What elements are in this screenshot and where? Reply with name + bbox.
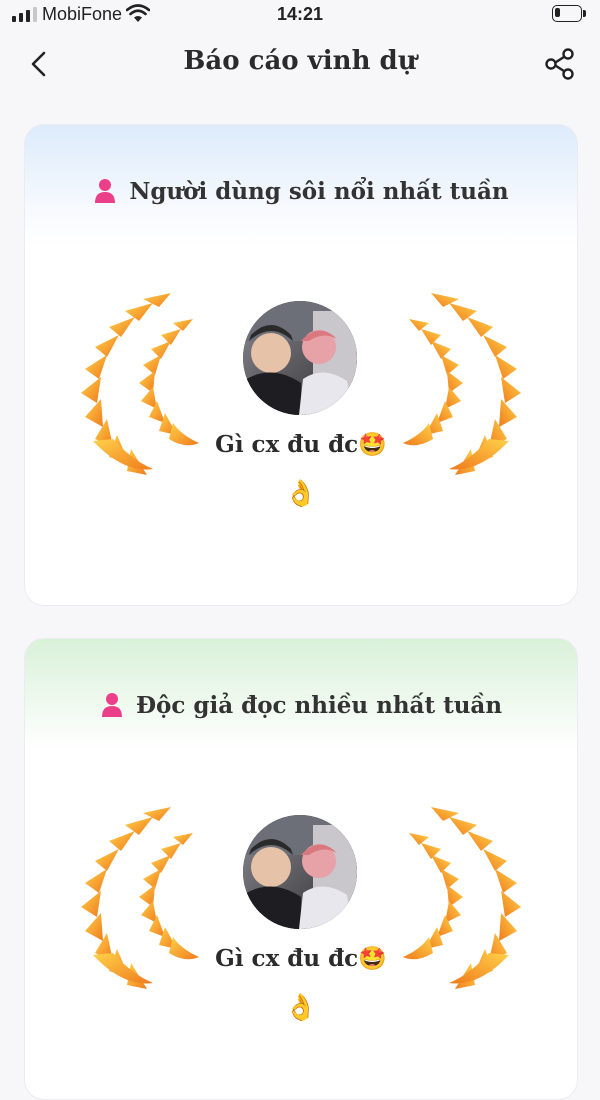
avatar[interactable] <box>243 815 357 929</box>
user-icon <box>95 179 116 203</box>
card-header: Người dùng sôi nổi nhất tuần <box>25 173 577 209</box>
back-icon[interactable] <box>24 48 56 80</box>
battery-icon <box>552 5 586 22</box>
nav-bar: Báo cáo vinh dự <box>0 32 600 96</box>
honor-card-most-active: Người dùng sôi nổi nhất tuần Gì cx đu đc… <box>24 124 578 606</box>
username[interactable]: Gì cx đu đc🤩 <box>25 945 577 972</box>
username-emoji: 👌 <box>284 993 318 1023</box>
avatar[interactable] <box>243 301 357 415</box>
username-emoji: 👌 <box>284 479 318 509</box>
status-time: 14:21 <box>276 4 324 24</box>
status-bar: MobiFone 14:21 <box>0 0 600 32</box>
card-title: Độc giả đọc nhiều nhất tuần <box>135 691 503 719</box>
username[interactable]: Gì cx đu đc🤩 <box>25 431 577 458</box>
card-header: Độc giả đọc nhiều nhất tuần <box>25 687 577 723</box>
page-title: Báo cáo vinh dự <box>183 46 417 76</box>
share-icon[interactable] <box>542 46 578 82</box>
honor-card-top-reader: Độc giả đọc nhiều nhất tuần Gì cx đu đc🤩… <box>24 638 578 1100</box>
card-title: Người dùng sôi nổi nhất tuần <box>129 177 509 205</box>
user-icon <box>101 693 122 717</box>
